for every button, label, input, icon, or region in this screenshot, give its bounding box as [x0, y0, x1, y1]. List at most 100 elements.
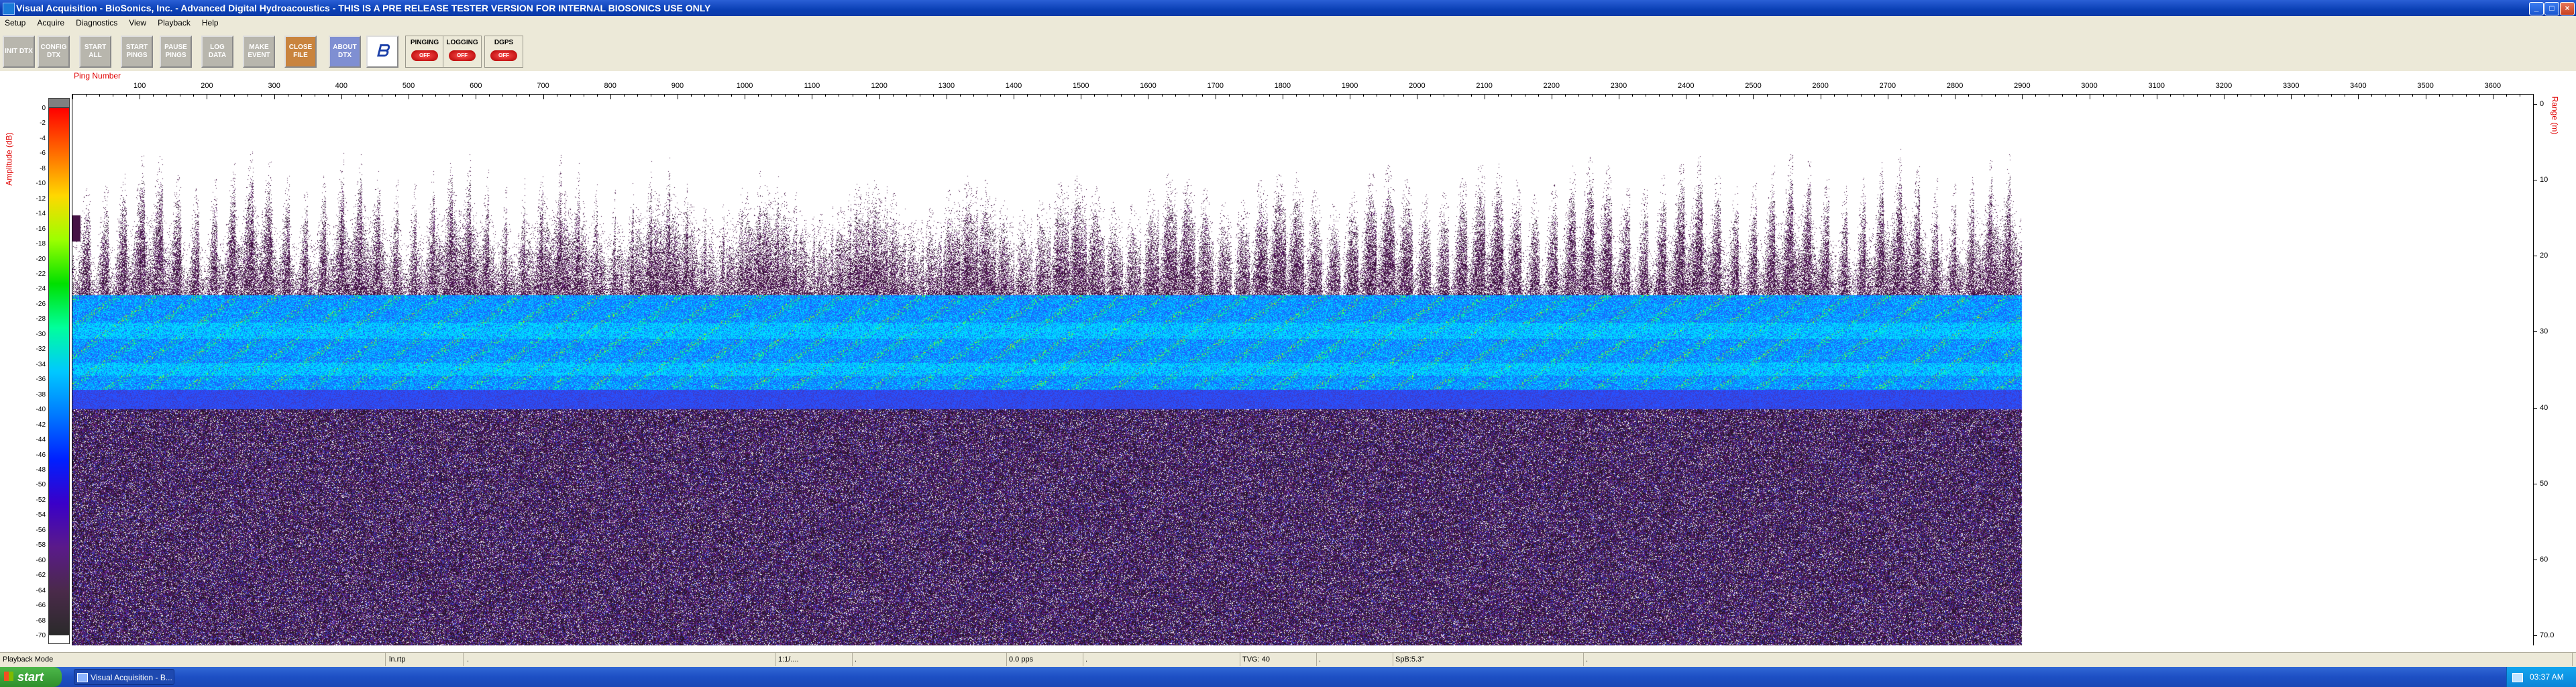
x-tick-label: 200 — [201, 82, 213, 90]
start-pings-button[interactable]: START PINGS — [121, 36, 153, 68]
range-tick-label: 60 — [2540, 555, 2548, 564]
x-tick-label: 3400 — [2350, 82, 2367, 90]
x-tick-label: 800 — [604, 82, 616, 90]
start-all-button[interactable]: START ALL — [79, 36, 111, 68]
x-tick-label: 1300 — [938, 82, 955, 90]
log-data-button[interactable]: LOG DATA — [201, 36, 233, 68]
x-tick-label: 2700 — [1879, 82, 1896, 90]
colorbar-tick-label: -64 — [36, 586, 46, 594]
windows-flag-icon — [4, 672, 13, 681]
taskbar-item-visual-acquisition[interactable]: Visual Acquisition - B... — [74, 669, 174, 685]
title-bar: Visual Acquisition - BioSonics, Inc. - A… — [0, 0, 2576, 16]
about-dtx-button[interactable]: ABOUT DTX — [329, 36, 361, 68]
colorbar-tick-label: -36 — [36, 376, 46, 384]
colorbar-tick-label: -6 — [40, 150, 46, 158]
app-icon — [77, 673, 88, 682]
x-tick-label: 3200 — [2215, 82, 2233, 90]
range-tick-label: 20 — [2540, 252, 2548, 260]
colorbar-tick-label: -38 — [36, 390, 46, 399]
toolbar: INIT DTX CONFIG DTX START ALL START PING… — [0, 31, 2576, 72]
menu-view[interactable]: View — [124, 16, 151, 30]
status-tvg: TVG: 40 — [1240, 653, 1317, 666]
x-tick-label: 3500 — [2417, 82, 2434, 90]
menu-setup[interactable]: Setup — [0, 16, 30, 30]
colorbar-tick-label: -40 — [36, 406, 46, 414]
biosonics-logo-icon: ᗷ — [366, 36, 398, 68]
start-button[interactable]: start — [0, 667, 62, 687]
status-field: . — [1316, 653, 1393, 666]
colorbar-tick-label: -4 — [40, 134, 46, 142]
x-tick-label: 2200 — [1543, 82, 1560, 90]
x-tick-label: 900 — [671, 82, 684, 90]
x-tick-label: 1700 — [1207, 82, 1224, 90]
colorbar-floor — [48, 635, 70, 644]
x-tick-label: 1900 — [1341, 82, 1358, 90]
range-tick-label: 30 — [2540, 327, 2548, 336]
x-tick-label: 500 — [402, 82, 415, 90]
range-tick-label: 70.0 — [2540, 631, 2555, 639]
colorbar-tick-label: -46 — [36, 451, 46, 459]
pause-pings-button[interactable]: PAUSE PINGS — [160, 36, 192, 68]
colorbar-tick-label: -22 — [36, 270, 46, 278]
colorbar-tick-label: -68 — [36, 617, 46, 625]
x-tick-label: 3100 — [2148, 82, 2165, 90]
x-tick-label: 3600 — [2484, 82, 2502, 90]
x-tick-label: 100 — [133, 82, 146, 90]
menu-acquire[interactable]: Acquire — [32, 16, 69, 30]
x-tick-label: 2900 — [2014, 82, 2031, 90]
minimize-button[interactable]: _ — [2529, 2, 2544, 15]
taskbar-item-label: Visual Acquisition - B... — [91, 673, 172, 682]
x-tick-label: 1100 — [804, 82, 820, 90]
x-tick-label: 1400 — [1005, 82, 1022, 90]
status-file: ln.rtp — [386, 653, 464, 666]
colorbar-tick-label: -66 — [36, 602, 46, 610]
close-file-button[interactable]: CLOSE FILE — [284, 36, 317, 68]
range-tick-label: 50 — [2540, 479, 2548, 488]
colorbar-tick-label: -60 — [36, 556, 46, 564]
status-bar: Playback Mode ln.rtp . 1:1/.... . 0.0 pp… — [0, 652, 2576, 668]
make-event-button[interactable]: MAKE EVENT — [243, 36, 275, 68]
network-icon[interactable] — [2512, 673, 2523, 682]
colorbar-tick-label: -26 — [36, 300, 46, 308]
colorbar-tick-label: -44 — [36, 436, 46, 444]
colorbar-tick-label: -20 — [36, 255, 46, 263]
x-tick-label: 2300 — [1610, 82, 1627, 90]
menu-playback[interactable]: Playback — [153, 16, 195, 30]
colorbar-tick-label: -24 — [36, 285, 46, 293]
status-field: . — [1083, 653, 1240, 666]
colorbar-tick-label: -70 — [36, 632, 46, 639]
status-field: . — [464, 653, 776, 666]
dgps-indicator: DGPS OFF — [484, 36, 523, 68]
x-tick-label: 2600 — [1812, 82, 1829, 90]
colorbar-tick-label: -54 — [36, 511, 46, 519]
x-tick-label: 300 — [268, 82, 280, 90]
range-axis-line — [2533, 94, 2534, 645]
init-dtx-button[interactable]: INIT DTX — [3, 36, 35, 68]
menu-help[interactable]: Help — [197, 16, 223, 30]
taskbar: start Visual Acquisition - B... 03:37 AM — [0, 667, 2576, 687]
status-mode: Playback Mode — [0, 653, 386, 666]
status-field: . — [1583, 653, 2573, 666]
x-axis-title: Ping Number — [74, 71, 121, 81]
colorbar-tick-label: -2 — [40, 119, 46, 127]
status-rate: 0.0 pps — [1006, 653, 1083, 666]
config-dtx-button[interactable]: CONFIG DTX — [38, 36, 70, 68]
pinging-indicator: PINGING OFF — [405, 36, 444, 68]
colorbar-tick-label: -32 — [36, 346, 46, 354]
colorbar-tick-label: -34 — [36, 360, 46, 368]
colorbar-tick-label: -14 — [36, 210, 46, 218]
x-tick-label: 700 — [537, 82, 549, 90]
range-tick-label: 10 — [2540, 176, 2548, 184]
colorbar-tick-label: -8 — [40, 164, 46, 172]
close-window-button[interactable]: × — [2560, 2, 2575, 15]
colorbar-tick-label: -48 — [36, 466, 46, 474]
menu-bar: Setup Acquire Diagnostics View Playback … — [0, 16, 2576, 32]
colorbar-tick-label: 0 — [42, 105, 46, 112]
menu-diagnostics[interactable]: Diagnostics — [71, 16, 122, 30]
clock: 03:37 AM — [2530, 672, 2564, 682]
maximize-button[interactable]: □ — [2544, 2, 2559, 15]
echogram-canvas[interactable] — [72, 94, 2533, 645]
x-tick-label: 1800 — [1274, 82, 1291, 90]
range-axis-title: Range (m) — [2550, 96, 2560, 135]
colorbar-tick-label: -28 — [36, 315, 46, 323]
